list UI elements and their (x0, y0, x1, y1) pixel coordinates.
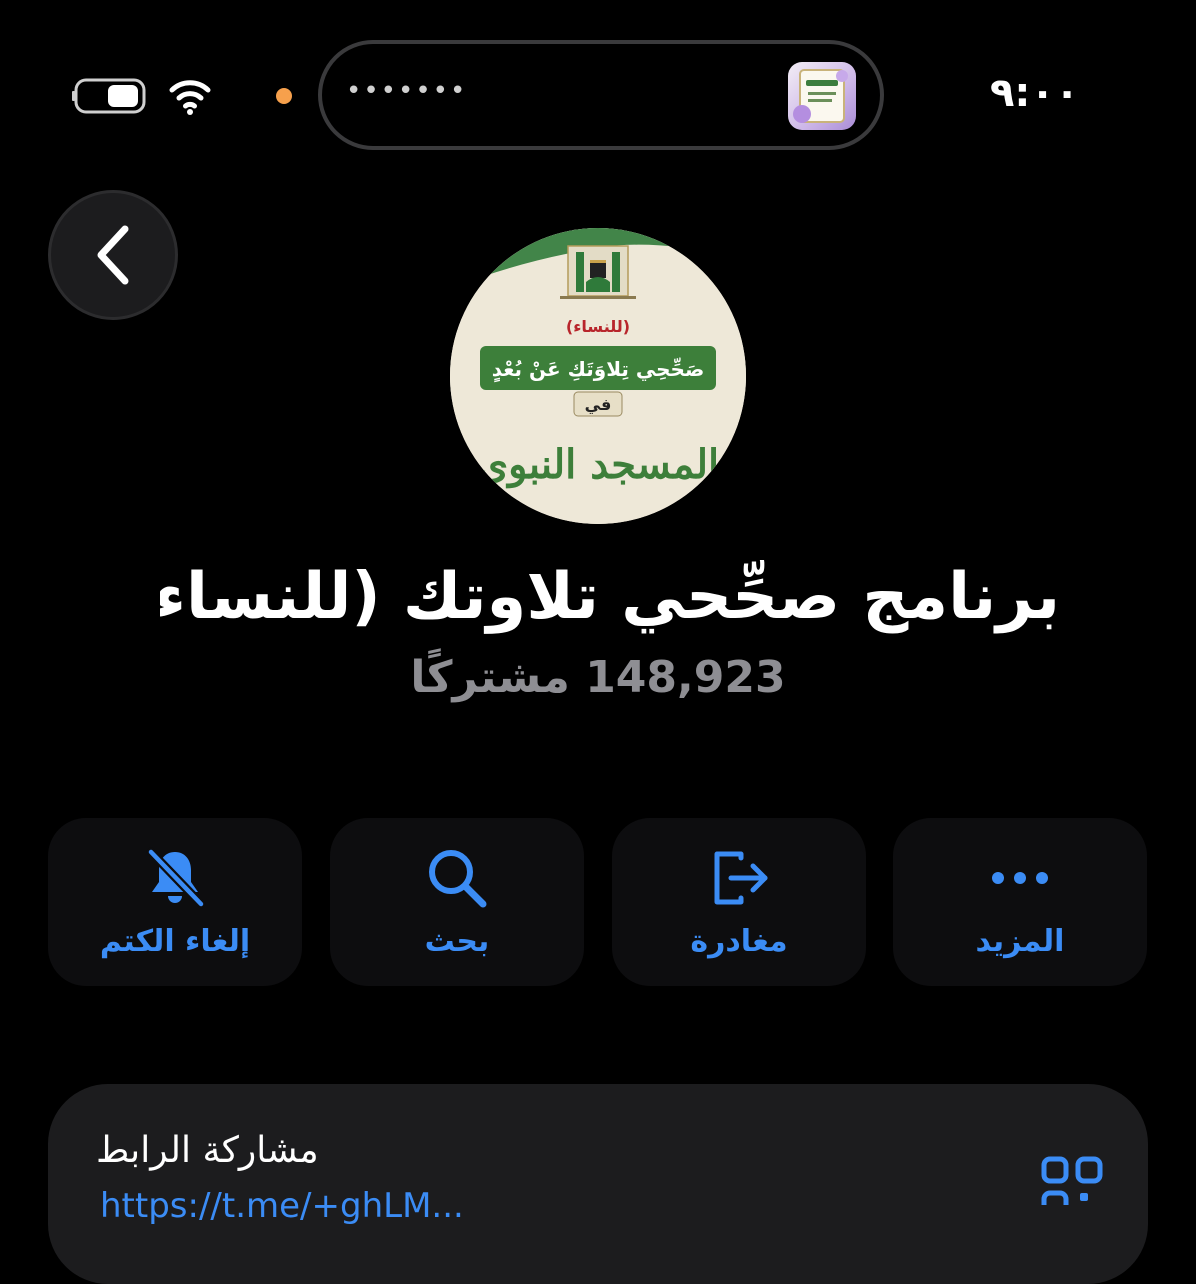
leave-label: مغادرة (690, 923, 788, 959)
search-icon (429, 849, 487, 907)
more-icon (992, 871, 1048, 884)
more-button[interactable]: المزيد (893, 818, 1147, 986)
leave-icon (714, 851, 768, 904)
bell-slash-icon (146, 847, 206, 908)
avatar-mosque-text: المسجد النبوي (477, 441, 719, 489)
wifi-icon (169, 80, 211, 115)
more-label: المزيد (975, 923, 1065, 959)
unmute-label: إلغاء الكتم (99, 923, 251, 959)
dynamic-island-text: ••••••• (346, 76, 468, 106)
unmute-button[interactable]: إلغاء الكتم (48, 818, 302, 986)
back-button[interactable] (48, 190, 178, 320)
chevron-left-icon (97, 225, 129, 285)
live-activity-app-icon[interactable] (788, 62, 856, 130)
channel-logo-image: (للنساء) صَحِّحِي تِلاوَتَكِ عَنْ بُعْدٍ… (450, 228, 746, 524)
qr-code-icon[interactable] (1040, 1155, 1104, 1205)
search-label: بحث (424, 923, 490, 959)
subscriber-count: 148,923 مشتركًا (410, 652, 786, 703)
status-time: ٩:٠٠ (990, 70, 1080, 116)
share-link-label: مشاركة الرابط (96, 1130, 319, 1171)
share-link-card[interactable] (48, 1084, 1148, 1284)
search-button[interactable]: بحث (330, 818, 584, 986)
leave-button[interactable]: مغادرة (612, 818, 866, 986)
recording-indicator-dot (276, 88, 292, 104)
avatar-badge-text: (للنساء) (566, 317, 630, 336)
avatar-banner-text: صَحِّحِي تِلاوَتَكِ عَنْ بُعْدٍ (492, 357, 705, 383)
battery-icon (72, 78, 146, 114)
channel-avatar[interactable]: (للنساء) صَحِّحِي تِلاوَتَكِ عَنْ بُعْدٍ… (450, 228, 746, 524)
invite-link[interactable]: https://t.me/+ghLM... (100, 1186, 464, 1226)
channel-title: برنامج صحِّحي تلاوتك (للنساء) (160, 560, 1060, 634)
avatar-fi-text: في (585, 395, 612, 415)
